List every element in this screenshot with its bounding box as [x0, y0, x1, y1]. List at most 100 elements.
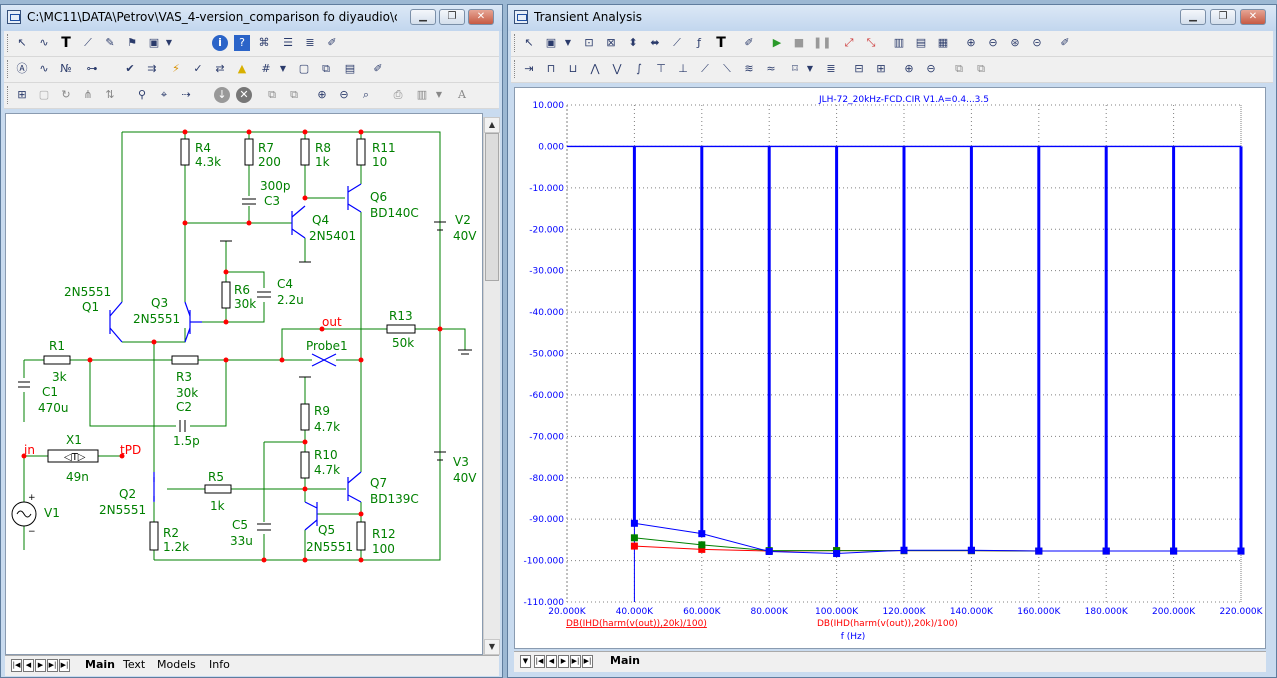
minimize-icon[interactable]: ▁ [410, 9, 436, 25]
pin-icon[interactable]: ⊶ [84, 61, 100, 77]
run-icon[interactable]: ▶ [769, 35, 785, 51]
plot-area[interactable]: 10.000 0.000 -10.000 -20.000 -30.000 -40.000 -… [514, 87, 1266, 649]
series-label-left[interactable]: DB(IHD(harm(v(out)),20k)/100) [566, 619, 707, 629]
first-page-icon[interactable]: |◀ [11, 659, 22, 672]
scroll-thumb[interactable] [485, 133, 499, 281]
mirror-icon[interactable]: ⋔ [80, 87, 96, 103]
text-mode-icon[interactable]: T [58, 35, 74, 51]
dropdown-arrow-icon[interactable]: ▼ [164, 35, 174, 51]
view-1-icon[interactable]: ▥ [891, 35, 907, 51]
inflection-icon[interactable]: ∫ [631, 61, 647, 77]
dropdown-arrow-icon[interactable]: ▼ [278, 61, 288, 77]
pen-icon[interactable]: ✎ [102, 35, 118, 51]
component-icon[interactable]: ▣ [543, 35, 559, 51]
check-icon[interactable]: ✔ [122, 61, 138, 77]
prev-page-icon[interactable]: ◀ [546, 655, 557, 668]
print-icon[interactable]: ⎙ [390, 87, 406, 103]
properties-icon[interactable]: ✐ [741, 35, 757, 51]
slope-icon[interactable]: ⟋ [669, 35, 685, 51]
waves-icon[interactable]: ≋ [741, 61, 757, 77]
next-page-icon[interactable]: ▶ [35, 659, 46, 672]
restore-icon[interactable]: ❐ [1210, 9, 1236, 25]
stop-icon[interactable]: ↓ [214, 87, 230, 103]
binoculars-icon[interactable]: ⚲ [134, 87, 150, 103]
schematic-vertical-scrollbar[interactable]: ▲ ▼ [483, 117, 500, 655]
grid-icon[interactable]: # [258, 61, 274, 77]
flag-icon[interactable]: ⚑ [124, 35, 140, 51]
zoom-out-icon[interactable]: ⊖ [336, 87, 352, 103]
scale-y-icon[interactable]: ⬍ [625, 35, 641, 51]
dropdown-arrow-icon[interactable]: ▼ [520, 655, 531, 668]
high-icon[interactable]: ⋀ [587, 61, 603, 77]
tab-models[interactable]: Models [157, 658, 196, 671]
tag-icon[interactable]: ⌑ [787, 61, 803, 77]
schematic-canvas[interactable]: R4 4.3k R7 200 R8 1k R11 10 300p C3 Q4 2… [5, 113, 483, 655]
dropdown-arrow-icon[interactable]: ▼ [805, 61, 815, 77]
range-icon[interactable]: ⊟ [851, 61, 867, 77]
first-page-icon[interactable]: |◀ [534, 655, 545, 668]
network-icon[interactable]: ⌘ [256, 35, 272, 51]
copy-icon[interactable]: ⧉ [264, 87, 280, 103]
tab-text[interactable]: Text [123, 658, 145, 671]
range-2-icon[interactable]: ⊞ [873, 61, 889, 77]
zoom-out-icon[interactable]: ⊖ [985, 35, 1001, 51]
flash-icon[interactable]: ⚡ [168, 61, 184, 77]
box-icon[interactable]: ▢ [36, 87, 52, 103]
line-mode-icon[interactable]: ⟋ [80, 35, 96, 51]
waves-2-icon[interactable]: ≈ [763, 61, 779, 77]
last-page-icon[interactable]: ▶| [570, 655, 581, 668]
net-icon[interactable]: ⇄ [212, 61, 228, 77]
cancel-icon[interactable]: ✕ [236, 87, 252, 103]
close-icon[interactable]: ✕ [1240, 9, 1266, 25]
schematic-titlebar[interactable]: C:\MC11\DATA\Petrov\VAS_4-version_compar… [1, 5, 502, 31]
scroll-up-icon[interactable]: ▲ [484, 117, 500, 133]
zoom-in-icon[interactable]: ⊕ [963, 35, 979, 51]
probe-icon[interactable]: ✓ [190, 61, 206, 77]
rotate-icon[interactable]: ↻ [58, 87, 74, 103]
page-icon[interactable]: ▢ [296, 61, 312, 77]
tab-main[interactable]: Main [610, 654, 640, 667]
last-page-2-icon[interactable]: ▶| [582, 655, 593, 668]
text-icon[interactable]: T [713, 35, 729, 51]
analysis-titlebar[interactable]: Transient Analysis ▁ ❐ ✕ [508, 5, 1276, 31]
node-numbers-icon[interactable]: № [58, 61, 74, 77]
next-peak-icon[interactable]: ⊓ [543, 61, 559, 77]
minimize-icon[interactable]: ▁ [1180, 9, 1206, 25]
find-next-icon[interactable]: ⇢ [178, 87, 194, 103]
window-icon[interactable]: ▤ [342, 61, 358, 77]
wire-mode-icon[interactable]: ∿ [36, 35, 52, 51]
flip-icon[interactable]: ⇅ [102, 87, 118, 103]
info-icon[interactable]: i [212, 35, 228, 51]
stop-icon[interactable]: ■ [791, 35, 807, 51]
global-low-icon[interactable]: ⊥ [675, 61, 691, 77]
dropdown-arrow-icon[interactable]: ▼ [563, 35, 573, 51]
restore-icon[interactable]: ❐ [439, 9, 465, 25]
component-icon[interactable]: ▣ [146, 35, 162, 51]
settings-icon[interactable]: ✐ [1057, 35, 1073, 51]
prev-page-icon[interactable]: ◀ [23, 659, 34, 672]
list-icon[interactable]: ≣ [823, 61, 839, 77]
scale-x-icon[interactable]: ⊠ [603, 35, 619, 51]
node-names-icon[interactable]: ∿ [36, 61, 52, 77]
last-page-icon[interactable]: ▶| [47, 659, 58, 672]
formula-icon[interactable]: ƒ [691, 35, 707, 51]
pause-icon[interactable]: ❚❚ [813, 35, 831, 51]
cursor-icon[interactable]: ⬌ [647, 35, 663, 51]
view-2-icon[interactable]: ▤ [913, 35, 929, 51]
font-a-icon[interactable]: A [454, 87, 470, 103]
align-icon[interactable]: ⊞ [14, 87, 30, 103]
slope-cursor-icon[interactable]: ⟋ [697, 61, 713, 77]
warning-icon[interactable]: ▲ [234, 61, 250, 77]
scroll-down-icon[interactable]: ▼ [484, 639, 500, 655]
paste-icon[interactable]: ⧉ [286, 87, 302, 103]
paste-icon[interactable]: ⧉ [973, 61, 989, 77]
zoom-out-icon[interactable]: ⊖ [923, 61, 939, 77]
series-label-right[interactable]: DB(IHD(harm(v(out)),20k)/100) [817, 619, 958, 629]
zoom-reset-icon[interactable]: ⊛ [1007, 35, 1023, 51]
font-icon[interactable]: ▥ [414, 87, 430, 103]
zoom-in-icon[interactable]: ⊕ [314, 87, 330, 103]
zoom-fit-icon[interactable]: ⌕ [358, 87, 374, 103]
scale-icon[interactable]: ⊡ [581, 35, 597, 51]
x-axis-icon[interactable]: ⤢ [841, 35, 857, 51]
text-display-icon[interactable]: Ⓐ [14, 61, 30, 77]
